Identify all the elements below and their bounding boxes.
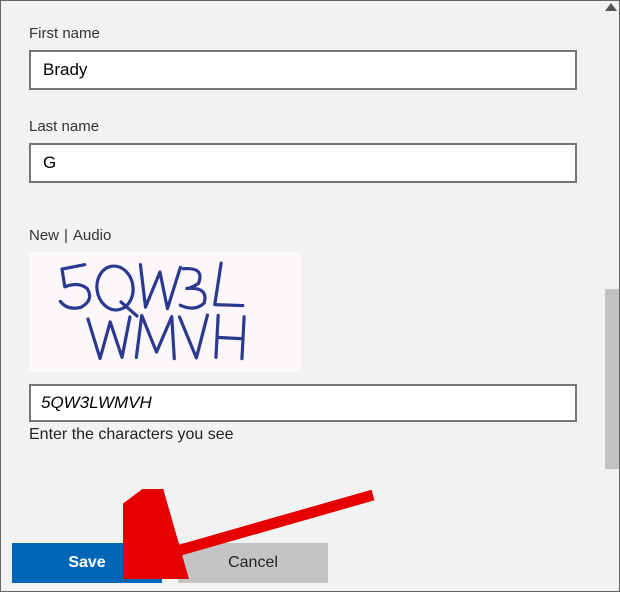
first-name-input[interactable]: [29, 50, 577, 90]
divider: |: [59, 227, 73, 244]
scrollbar-thumb[interactable]: [605, 289, 619, 469]
captcha-new-link[interactable]: New: [29, 227, 59, 244]
captcha-hint: Enter the characters you see: [29, 426, 591, 444]
save-button[interactable]: Save: [12, 543, 162, 583]
dialog-panel: First name Last name New|Audio: [0, 0, 620, 592]
button-row: Save Cancel: [12, 543, 328, 583]
captcha-input[interactable]: [29, 384, 577, 422]
cancel-button[interactable]: Cancel: [178, 543, 328, 583]
captcha-image: [29, 252, 301, 372]
form-content: First name Last name New|Audio: [1, 1, 619, 444]
captcha-group: New|Audio: [29, 227, 591, 444]
first-name-group: First name: [29, 25, 591, 90]
last-name-group: Last name: [29, 118, 591, 183]
captcha-controls: New|Audio: [29, 227, 591, 244]
first-name-label: First name: [29, 25, 591, 42]
scroll-up-arrow[interactable]: [605, 3, 617, 11]
captcha-audio-link[interactable]: Audio: [73, 227, 111, 244]
last-name-input[interactable]: [29, 143, 577, 183]
last-name-label: Last name: [29, 118, 591, 135]
